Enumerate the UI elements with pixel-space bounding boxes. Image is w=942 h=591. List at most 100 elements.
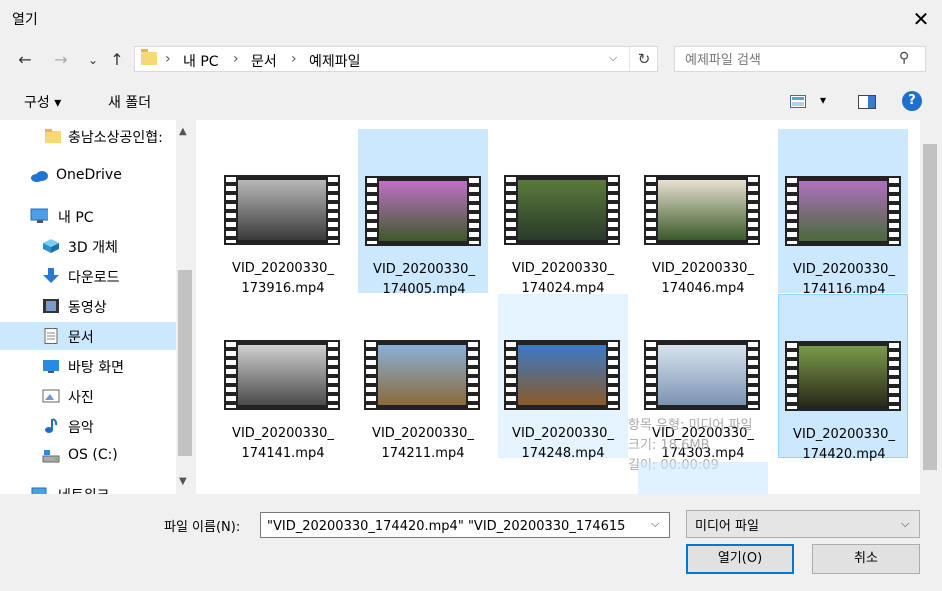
file-name: VID_20200330_ 173916.mp4 (218, 259, 348, 299)
sidebar-item-3d-objects[interactable]: 3D 개체 (0, 232, 176, 260)
sidebar-item-drive-c[interactable]: OS (C:) (0, 442, 176, 470)
file-name-line: VID_20200330_ (373, 262, 475, 277)
film-strip-icon (608, 342, 618, 408)
search-input[interactable] (683, 50, 897, 70)
scroll-up-icon[interactable]: ▲ (179, 126, 187, 137)
file-name-line: 174211.mp4 (381, 446, 465, 461)
sidebar-item-label: 동영상 (68, 300, 107, 316)
file-name-line: VID_20200330_ (512, 261, 614, 276)
cube-icon (43, 239, 59, 253)
recent-locations-button[interactable]: ⌄ (80, 48, 106, 72)
breadcrumb-example-files[interactable]: 예제파일 (309, 51, 361, 71)
file-name-line: VID_20200330_ (232, 261, 334, 276)
file-item[interactable]: VID_20200330_ 174211.mp4 (358, 294, 488, 461)
file-name-line: 174141.mp4 (241, 446, 325, 461)
search-box[interactable]: ⚲ (674, 46, 926, 72)
scroll-down-icon[interactable]: ▼ (179, 476, 187, 487)
folder-icon (141, 49, 157, 65)
file-item[interactable]: VID_20200330_ 174420.mp4 (778, 294, 908, 462)
file-item[interactable]: VID_20200330_ 173916.mp4 (218, 129, 348, 296)
navigation-scrollbar[interactable]: ▲ ▼ (176, 120, 194, 494)
sidebar-item-videos[interactable]: 동영상 (0, 292, 176, 320)
sidebar-item-folder[interactable]: 충남소상공인협: (0, 122, 176, 150)
sidebar-item-label: 사진 (68, 390, 94, 406)
sidebar-item-onedrive[interactable]: OneDrive (0, 162, 176, 190)
sidebar-item-my-pc[interactable]: 내 PC (0, 202, 176, 230)
scrollbar-thumb[interactable] (923, 144, 937, 470)
view-dropdown-icon[interactable]: ▾ (820, 93, 826, 107)
sidebar-item-label: 문서 (68, 330, 94, 346)
preview-pane-button[interactable] (858, 95, 876, 113)
breadcrumb-separator[interactable]: › (291, 51, 297, 67)
sidebar-item-downloads[interactable]: 다운로드 (0, 262, 176, 290)
filename-combobox[interactable]: ⌵ (260, 512, 670, 538)
sidebar-item-music[interactable]: 음악 (0, 412, 176, 440)
sidebar-item-label: OS (C:) (68, 447, 118, 463)
cancel-button[interactable]: 취소 (812, 544, 920, 574)
film-strip-icon (506, 177, 516, 243)
navigation-pane: 충남소상공인협: OneDrive 내 PC 3D 개체 다운로드 동영상 문서… (0, 120, 176, 494)
breadcrumb-documents[interactable]: 문서 (251, 51, 277, 71)
change-view-button[interactable] (790, 95, 806, 112)
filename-input[interactable] (265, 516, 649, 536)
filename-label: 파일 이름(N): (164, 520, 241, 535)
breadcrumb-separator[interactable]: › (233, 51, 239, 67)
film-strip-icon (226, 177, 236, 243)
video-icon (43, 299, 59, 313)
folder-icon (45, 129, 61, 143)
film-strip-icon (226, 342, 236, 408)
drive-icon (42, 450, 60, 463)
sidebar-item-network[interactable]: 네트워크 (0, 480, 176, 494)
sidebar-item-label: 3D 개체 (68, 240, 118, 256)
up-button[interactable]: ↑ (104, 48, 130, 72)
sidebar-item-desktop[interactable]: 바탕 화면 (0, 352, 176, 380)
address-bar[interactable]: › 내 PC › 문서 › 예제파일 ⌵ ↻ (134, 46, 658, 72)
close-button[interactable]: ✕ (906, 4, 936, 34)
film-strip-icon (506, 342, 516, 408)
organize-button[interactable]: 구성 ▾ (24, 92, 61, 112)
scrollbar-thumb[interactable] (178, 270, 192, 456)
sidebar-item-label: OneDrive (56, 167, 122, 183)
refresh-button[interactable]: ↻ (629, 47, 658, 71)
file-name-line: VID_20200330_ (793, 262, 895, 277)
window-title: 열기 (12, 12, 38, 28)
film-strip-icon (889, 343, 899, 409)
help-button[interactable]: ? (902, 91, 922, 111)
search-icon[interactable]: ⚲ (899, 50, 909, 66)
sidebar-item-label: 바탕 화면 (68, 360, 124, 376)
film-strip-icon (646, 342, 656, 408)
file-item[interactable]: VID_20200330_ 174248.mp4 (498, 294, 628, 461)
file-name: VID_20200330_ 174046.mp4 (638, 259, 768, 299)
chevron-down-icon[interactable]: ⌵ (651, 517, 659, 531)
file-name: VID_20200330_ 174024.mp4 (498, 259, 628, 299)
file-item[interactable]: VID_20200330_ 174116.mp4 (778, 129, 908, 297)
command-toolbar: 구성 ▾ 새 폴더 ▾ ? (0, 86, 942, 120)
close-icon: ✕ (912, 7, 930, 31)
address-dropdown-icon[interactable]: ⌵ (609, 51, 617, 65)
forward-button[interactable]: → (48, 48, 74, 72)
thumbnail-image (518, 345, 606, 405)
breadcrumb-separator[interactable]: › (165, 51, 171, 67)
file-item[interactable]: VID_20200330_ 174005.mp4 (358, 129, 488, 297)
file-item[interactable]: VID_20200330_ 174024.mp4 (498, 129, 628, 296)
file-item[interactable]: VID_20200330_ 174046.mp4 (638, 129, 768, 296)
film-strip-icon (748, 342, 758, 408)
sidebar-item-label: 내 PC (58, 210, 94, 226)
file-item[interactable]: VID_20200330_ 174141.mp4 (218, 294, 348, 461)
breadcrumb-my-pc[interactable]: 내 PC (183, 51, 219, 71)
sidebar-item-label: 다운로드 (68, 270, 120, 286)
file-name: VID_20200330_ 174141.mp4 (218, 424, 348, 464)
thumbnail-image (238, 345, 326, 405)
thumbnail-image (658, 180, 746, 240)
video-thumbnail (364, 340, 480, 410)
back-button[interactable]: ← (12, 48, 38, 72)
new-folder-button[interactable]: 새 폴더 (108, 92, 151, 112)
file-name: VID_20200330_ 174248.mp4 (498, 424, 628, 464)
sidebar-item-documents[interactable]: 문서 (0, 322, 176, 350)
thumbnail-image (378, 345, 466, 405)
open-button[interactable]: 열기(O) (686, 544, 794, 574)
file-list-scrollbar[interactable] (920, 120, 940, 494)
sidebar-item-pictures[interactable]: 사진 (0, 382, 176, 410)
file-name-line: 174420.mp4 (802, 447, 886, 462)
file-type-select[interactable]: 미디어 파일 ⌵ (686, 510, 920, 538)
